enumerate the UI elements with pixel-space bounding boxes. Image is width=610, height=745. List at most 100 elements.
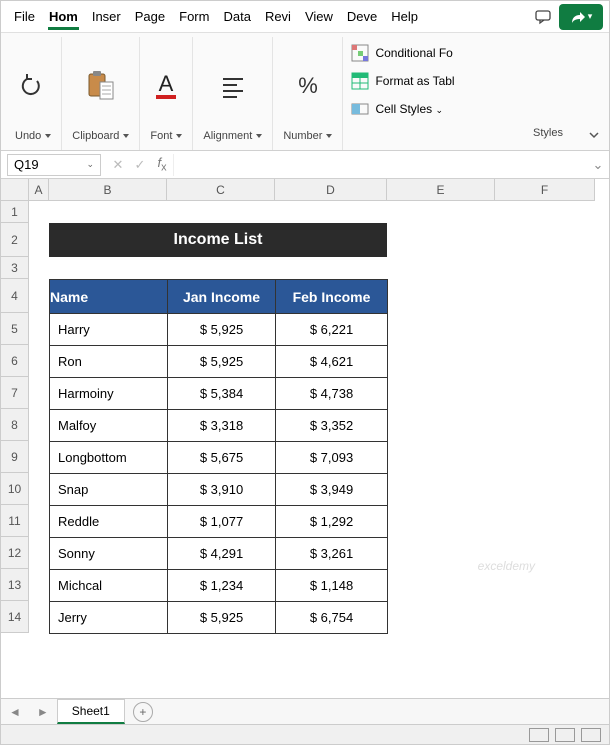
row-header-12[interactable]: 12 xyxy=(1,537,29,569)
table-cell[interactable]: Longbottom xyxy=(50,442,168,474)
menu-tab-page[interactable]: Page xyxy=(128,3,172,30)
menu-tab-hom[interactable]: Hom xyxy=(42,3,85,30)
row-header-11[interactable]: 11 xyxy=(1,505,29,537)
table-header-row[interactable]: NameJan IncomeFeb Income xyxy=(50,280,388,314)
table-header-cell[interactable]: Feb Income xyxy=(276,280,388,314)
normal-view-button[interactable] xyxy=(529,728,549,742)
table-cell[interactable]: $ 3,910 xyxy=(168,474,276,506)
table-cell[interactable]: Reddle xyxy=(50,506,168,538)
cell-styles-button[interactable]: Cell Styles ⌄ xyxy=(351,97,571,121)
menu-tab-form[interactable]: Form xyxy=(172,3,216,30)
comments-button[interactable] xyxy=(527,4,559,30)
confirm-button[interactable]: ✓ xyxy=(129,157,151,173)
row-header-14[interactable]: 14 xyxy=(1,601,29,633)
page-layout-button[interactable] xyxy=(555,728,575,742)
table-cell[interactable]: Jerry xyxy=(50,602,168,634)
table-cell[interactable]: $ 1,148 xyxy=(276,570,388,602)
share-button[interactable]: ▾ xyxy=(559,4,603,30)
table-cell[interactable]: $ 3,949 xyxy=(276,474,388,506)
name-box[interactable]: Q19 ⌄ xyxy=(7,154,101,176)
column-header-D[interactable]: D xyxy=(275,179,387,201)
table-cell[interactable]: $ 3,318 xyxy=(168,410,276,442)
row-header-5[interactable]: 5 xyxy=(1,313,29,345)
sheet-tab[interactable]: Sheet1 xyxy=(57,699,125,724)
table-row[interactable]: Malfoy$ 3,318$ 3,352 xyxy=(50,410,388,442)
row-header-8[interactable]: 8 xyxy=(1,409,29,441)
cells-area[interactable]: Income List NameJan IncomeFeb Income Har… xyxy=(29,201,595,633)
row-header-1[interactable]: 1 xyxy=(1,201,29,223)
row-header-2[interactable]: 2 xyxy=(1,223,29,257)
page-break-button[interactable] xyxy=(581,728,601,742)
menu-tab-revi[interactable]: Revi xyxy=(258,3,298,30)
table-cell[interactable]: $ 5,384 xyxy=(168,378,276,410)
row-header-9[interactable]: 9 xyxy=(1,441,29,473)
spreadsheet-grid[interactable]: ABCDEF 1234567891011121314 Income List N… xyxy=(1,179,609,699)
table-cell[interactable]: $ 4,738 xyxy=(276,378,388,410)
table-cell[interactable]: Malfoy xyxy=(50,410,168,442)
menu-tab-data[interactable]: Data xyxy=(216,3,257,30)
menu-tab-view[interactable]: View xyxy=(298,3,340,30)
table-cell[interactable]: $ 1,234 xyxy=(168,570,276,602)
sheet-nav-prev[interactable]: ◄ xyxy=(1,705,29,719)
number-group[interactable]: % Number xyxy=(273,37,343,150)
table-cell[interactable]: $ 1,077 xyxy=(168,506,276,538)
table-cell[interactable]: $ 4,621 xyxy=(276,346,388,378)
table-cell[interactable]: Ron xyxy=(50,346,168,378)
table-cell[interactable]: Harry xyxy=(50,314,168,346)
table-header-cell[interactable]: Jan Income xyxy=(168,280,276,314)
table-cell[interactable]: $ 3,352 xyxy=(276,410,388,442)
add-sheet-button[interactable]: + xyxy=(133,702,153,722)
menu-tab-help[interactable]: Help xyxy=(384,3,425,30)
column-header-B[interactable]: B xyxy=(49,179,167,201)
table-cell[interactable]: Michcal xyxy=(50,570,168,602)
column-header-E[interactable]: E xyxy=(387,179,495,201)
row-header-3[interactable]: 3 xyxy=(1,257,29,279)
table-cell[interactable]: $ 5,925 xyxy=(168,602,276,634)
font-group[interactable]: A Font xyxy=(140,37,193,150)
table-cell[interactable]: $ 5,925 xyxy=(168,314,276,346)
alignment-group[interactable]: Alignment xyxy=(193,37,273,150)
table-row[interactable]: Sonny$ 4,291$ 3,261 xyxy=(50,538,388,570)
row-header-7[interactable]: 7 xyxy=(1,377,29,409)
title-cell[interactable]: Income List xyxy=(49,223,387,257)
menu-tab-deve[interactable]: Deve xyxy=(340,3,384,30)
table-row[interactable]: Snap$ 3,910$ 3,949 xyxy=(50,474,388,506)
table-row[interactable]: Harry$ 5,925$ 6,221 xyxy=(50,314,388,346)
select-all-corner[interactable] xyxy=(1,179,29,201)
column-headers[interactable]: ABCDEF xyxy=(29,179,595,201)
table-row[interactable]: Reddle$ 1,077$ 1,292 xyxy=(50,506,388,538)
formula-expand[interactable]: ⌄ xyxy=(587,157,609,173)
menu-tab-file[interactable]: File xyxy=(7,3,42,30)
table-cell[interactable]: Harmoiny xyxy=(50,378,168,410)
format-as-table-button[interactable]: Format as Tabl xyxy=(351,69,571,93)
table-cell[interactable]: $ 7,093 xyxy=(276,442,388,474)
table-cell[interactable]: $ 1,292 xyxy=(276,506,388,538)
menu-tab-inser[interactable]: Inser xyxy=(85,3,128,30)
table-row[interactable]: Longbottom$ 5,675$ 7,093 xyxy=(50,442,388,474)
column-header-C[interactable]: C xyxy=(167,179,275,201)
table-header-cell[interactable]: Name xyxy=(50,280,168,314)
column-header-F[interactable]: F xyxy=(495,179,595,201)
row-header-4[interactable]: 4 xyxy=(1,279,29,313)
table-cell[interactable]: $ 4,291 xyxy=(168,538,276,570)
row-headers[interactable]: 1234567891011121314 xyxy=(1,201,29,633)
row-header-10[interactable]: 10 xyxy=(1,473,29,505)
table-cell[interactable]: $ 5,675 xyxy=(168,442,276,474)
ribbon-expand[interactable] xyxy=(579,37,609,150)
table-row[interactable]: Harmoiny$ 5,384$ 4,738 xyxy=(50,378,388,410)
row-header-6[interactable]: 6 xyxy=(1,345,29,377)
fx-button[interactable]: fx xyxy=(151,155,173,174)
table-cell[interactable]: $ 6,221 xyxy=(276,314,388,346)
table-cell[interactable]: $ 6,754 xyxy=(276,602,388,634)
row-header-13[interactable]: 13 xyxy=(1,569,29,601)
cancel-button[interactable]: ✕ xyxy=(107,157,129,173)
formula-input[interactable] xyxy=(173,154,587,176)
table-row[interactable]: Ron$ 5,925$ 4,621 xyxy=(50,346,388,378)
table-row[interactable]: Jerry$ 5,925$ 6,754 xyxy=(50,602,388,634)
column-header-A[interactable]: A xyxy=(29,179,49,201)
table-cell[interactable]: $ 5,925 xyxy=(168,346,276,378)
table-cell[interactable]: Sonny xyxy=(50,538,168,570)
table-cell[interactable]: Snap xyxy=(50,474,168,506)
conditional-formatting-button[interactable]: Conditional Fo xyxy=(351,41,571,65)
table-cell[interactable]: $ 3,261 xyxy=(276,538,388,570)
